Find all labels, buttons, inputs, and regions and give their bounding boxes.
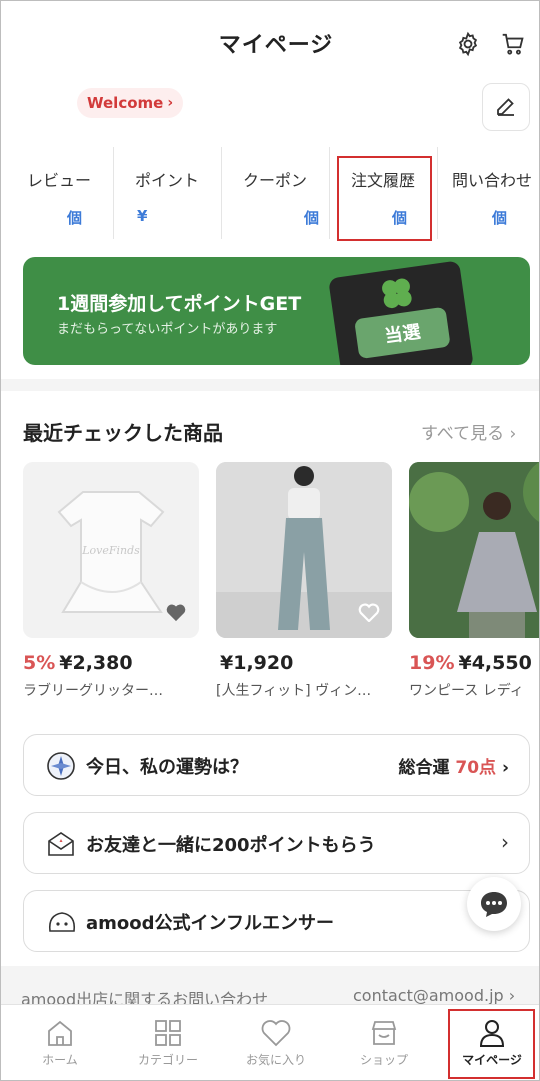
stat-label: レビュー	[27, 171, 92, 190]
banner-title: 1週間参加してポイントGET	[57, 293, 302, 315]
see-all-label: すべて見る	[421, 424, 505, 444]
edit-icon	[497, 98, 514, 116]
favorite-heart-icon[interactable]	[358, 602, 380, 626]
chat-bubble-icon	[481, 892, 507, 917]
app-frame: マイページ Welcome › レビュー 個 ポイント ¥ クーポン 個 注文履…	[0, 0, 540, 1081]
nav-item-shop[interactable]: ショップ	[330, 1005, 438, 1080]
fortune-card[interactable]: 今日、私の運勢は？ 総合運 70点 ›	[23, 734, 530, 796]
section-gap	[1, 379, 539, 391]
product-image	[409, 462, 539, 638]
influencer-card[interactable]: amood公式インフルエンサー	[23, 890, 530, 952]
nav-label: お気に入り	[245, 1053, 306, 1067]
ticket-label: 当選	[354, 306, 451, 360]
category-grid-icon	[155, 1020, 181, 1046]
product-discount: 19%	[409, 652, 455, 674]
points-banner[interactable]: 1週間参加してポイントGET まだもらってないポイントがあります 当選	[23, 257, 530, 365]
fortune-score-prefix: 総合運	[398, 758, 450, 778]
stat-coupons[interactable]: クーポン 個	[222, 147, 329, 239]
stat-value: 個	[67, 209, 83, 227]
nav-label: カテゴリー	[137, 1053, 198, 1067]
favorite-heart-icon[interactable]	[165, 602, 187, 626]
influencer-label: amood公式インフルエンサー	[86, 913, 334, 934]
mypage-highlight	[448, 1009, 535, 1079]
stat-points[interactable]: ポイント ¥	[114, 147, 221, 239]
invite-friends-card[interactable]: お友達と一緒に200ポイントもらう ›	[23, 812, 530, 874]
nav-item-category[interactable]: カテゴリー	[114, 1005, 222, 1080]
product-card[interactable]: ¥1,920 [人生フィット] ヴィン…	[216, 462, 392, 700]
chevron-right-icon: ›	[167, 95, 174, 111]
order-history-highlight	[337, 156, 432, 241]
see-all-link[interactable]: すべて見る ›	[421, 419, 516, 444]
product-card[interactable]: LoveFinds 5% ¥2,380 ラブリーグリッター…	[23, 462, 199, 700]
product-price-row: 19% ¥4,550	[409, 652, 539, 674]
chevron-right-icon: ›	[501, 758, 509, 778]
contact-email: contact@amood.jp	[353, 986, 504, 1005]
chevron-right-icon: ›	[503, 986, 516, 1005]
chevron-right-icon: ›	[501, 830, 509, 854]
header: マイページ	[1, 1, 539, 85]
fortune-label: 今日、私の運勢は？	[86, 757, 248, 778]
product-price: ¥2,380	[59, 652, 133, 674]
lottery-ticket-image: 当選	[328, 260, 474, 365]
fortune-score: 70点	[455, 758, 497, 778]
invite-label: お友達と一緒に200ポイントもらう	[86, 835, 376, 856]
product-discount: 5%	[23, 652, 56, 674]
chevron-right-icon: ›	[504, 424, 517, 444]
svg-text:LoveFinds: LoveFinds	[81, 544, 140, 557]
gear-icon[interactable]	[453, 29, 483, 59]
nav-label: ショップ	[359, 1053, 408, 1067]
stat-label: ポイント	[135, 171, 200, 190]
cart-icon[interactable]	[498, 29, 528, 59]
banner-subtitle: まだもらってないポイントがあります	[57, 322, 278, 337]
home-icon	[48, 1020, 72, 1046]
product-name: [人生フィット] ヴィン…	[216, 683, 372, 699]
clover-icon	[382, 278, 412, 309]
stat-label: 問い合わせ	[452, 171, 533, 190]
contact-email-link[interactable]: contact@amood.jp ›	[353, 986, 515, 1005]
stat-reviews[interactable]: レビュー 個	[1, 147, 113, 239]
product-image	[216, 462, 392, 638]
nav-item-favorites[interactable]: お気に入り	[222, 1005, 330, 1080]
recent-products: LoveFinds 5% ¥2,380 ラブリーグリッター… ¥1,920 [人…	[23, 462, 539, 702]
mascot-icon	[46, 907, 76, 937]
heart-icon	[261, 1020, 291, 1047]
stat-value: ¥	[137, 207, 148, 225]
recent-section-title: 最近チェックした商品	[23, 421, 223, 445]
product-price: ¥4,550	[458, 652, 532, 674]
product-image: LoveFinds	[23, 462, 199, 638]
welcome-button[interactable]: Welcome ›	[77, 88, 184, 118]
stat-value: 個	[492, 209, 508, 227]
fortune-score-group: 総合運 70点 ›	[398, 753, 509, 778]
chat-button[interactable]	[467, 877, 521, 931]
welcome-label: Welcome	[87, 94, 164, 112]
product-name: ラブリーグリッター…	[23, 683, 163, 699]
shop-icon	[371, 1021, 397, 1045]
stats-row: レビュー 個 ポイント ¥ クーポン 個 注文履歴 個 問い合わせ 個	[1, 147, 539, 239]
envelope-icon	[46, 829, 76, 859]
nav-label: ホーム	[42, 1053, 78, 1067]
compass-icon	[46, 751, 76, 781]
product-name: ワンピース レディ	[409, 683, 524, 699]
stat-value: 個	[304, 209, 320, 227]
product-card[interactable]: 19% ¥4,550 ワンピース レディ	[409, 462, 539, 700]
product-price-row: 5% ¥2,380	[23, 652, 199, 674]
nav-item-home[interactable]: ホーム	[6, 1005, 114, 1080]
stat-label: クーポン	[243, 171, 308, 190]
edit-profile-button[interactable]	[482, 83, 530, 131]
product-price: ¥1,920	[220, 652, 294, 674]
product-price-row: ¥1,920	[216, 652, 392, 674]
stat-inquiries[interactable]: 問い合わせ 個	[438, 147, 539, 239]
